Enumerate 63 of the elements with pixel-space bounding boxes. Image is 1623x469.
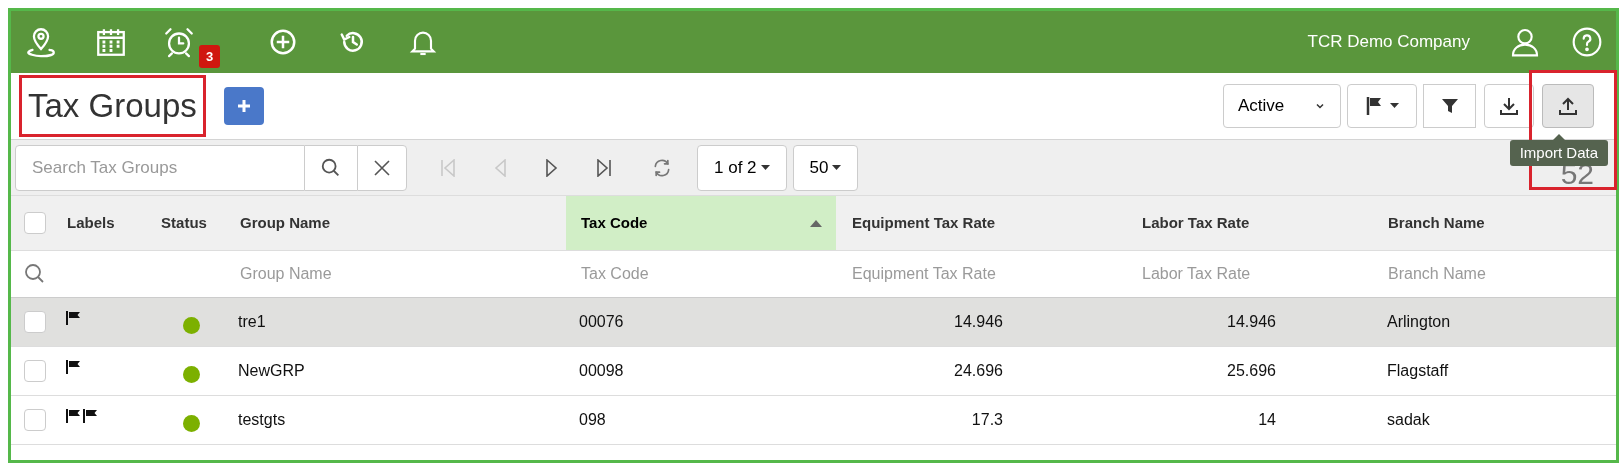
flag-icon	[1365, 96, 1384, 116]
download-icon	[1499, 96, 1519, 116]
table-cell-text: 14.946	[1227, 312, 1276, 332]
clear-button[interactable]	[357, 144, 407, 191]
caret-icon	[832, 164, 842, 171]
column-filter-field[interactable]: Equipment Tax Rate	[852, 262, 1119, 286]
flag-dropdown-button[interactable]	[1347, 84, 1417, 128]
filter-icon	[1440, 97, 1459, 115]
table-cell-text: 00076	[579, 312, 624, 332]
status-select[interactable]: Active	[1223, 84, 1341, 128]
page-dropdown[interactable]: 1 of 2	[697, 144, 787, 191]
flag-icon	[66, 409, 81, 423]
table-cell-text: 17.3	[971, 410, 1003, 430]
search-button[interactable]	[305, 144, 357, 191]
table-cell-text: 24.696	[954, 361, 1003, 381]
row-checkbox[interactable]	[23, 311, 46, 333]
column-header[interactable]: Status	[152, 196, 230, 250]
flag-icon	[66, 311, 81, 325]
table-cell-text: Arlington	[1387, 312, 1451, 332]
upload-button[interactable]	[1542, 84, 1594, 128]
add-button[interactable]	[223, 87, 264, 125]
search-field[interactable]: Search Tax Groups	[15, 144, 305, 191]
row-checkbox[interactable]	[23, 409, 46, 431]
table-cell-text: NewGRP	[238, 361, 305, 381]
select-all-checkbox[interactable]	[23, 212, 46, 234]
flag-icon	[83, 409, 98, 423]
column-header[interactable]: Branch Name	[1373, 196, 1616, 250]
table-cell-text: 098	[579, 410, 606, 430]
search-icon	[320, 156, 342, 179]
plus-icon	[235, 98, 252, 114]
column-filter-field[interactable]: Labor Tax Rate	[1142, 262, 1365, 286]
tooltip: Import Data	[1509, 134, 1608, 166]
table-cell-text: 14	[1258, 410, 1276, 430]
table-cell-text: 14.946	[954, 312, 1003, 332]
table-cell-text: tre1	[238, 312, 266, 332]
close-icon	[373, 158, 391, 177]
column-filter-field[interactable]: Tax Code	[581, 262, 828, 286]
column-header[interactable]: Tax Code	[566, 196, 836, 250]
filter-button[interactable]	[1423, 84, 1476, 128]
table-cell-text: 25.696	[1227, 361, 1276, 381]
table-cell-text: 00098	[579, 361, 624, 381]
column-filter-field[interactable]: Branch Name	[1388, 262, 1608, 286]
row-checkbox[interactable]	[23, 360, 46, 382]
help-icon[interactable]	[1570, 25, 1604, 59]
caret-icon	[760, 164, 770, 171]
column-header[interactable]: Group Name	[230, 196, 566, 250]
column-filter-field[interactable]: Group Name	[240, 262, 558, 286]
sort-arrow-icon	[810, 219, 822, 227]
column-header[interactable]: Labels	[58, 196, 152, 250]
download-button[interactable]	[1484, 84, 1534, 128]
table-row[interactable]: tre1 00076 14.946 14.946 Arlington	[11, 298, 1616, 347]
table-cell-text: testgts	[238, 410, 286, 430]
column-header[interactable]: Equipment Tax Rate	[836, 196, 1127, 250]
flag-icon	[66, 360, 81, 374]
page-title: Tax Groups	[28, 86, 197, 127]
page-size-dropdown[interactable]: 50	[792, 144, 859, 191]
table-cell-text: Flagstaff	[1387, 361, 1449, 381]
notification-badge: 3	[199, 44, 221, 68]
company-name: TCR Demo Company	[1307, 31, 1470, 54]
table-cell-text: sadak	[1387, 410, 1430, 430]
upload-icon	[1558, 96, 1578, 116]
column-header[interactable]: Labor Tax Rate	[1127, 196, 1373, 250]
caret-icon	[1389, 103, 1399, 109]
